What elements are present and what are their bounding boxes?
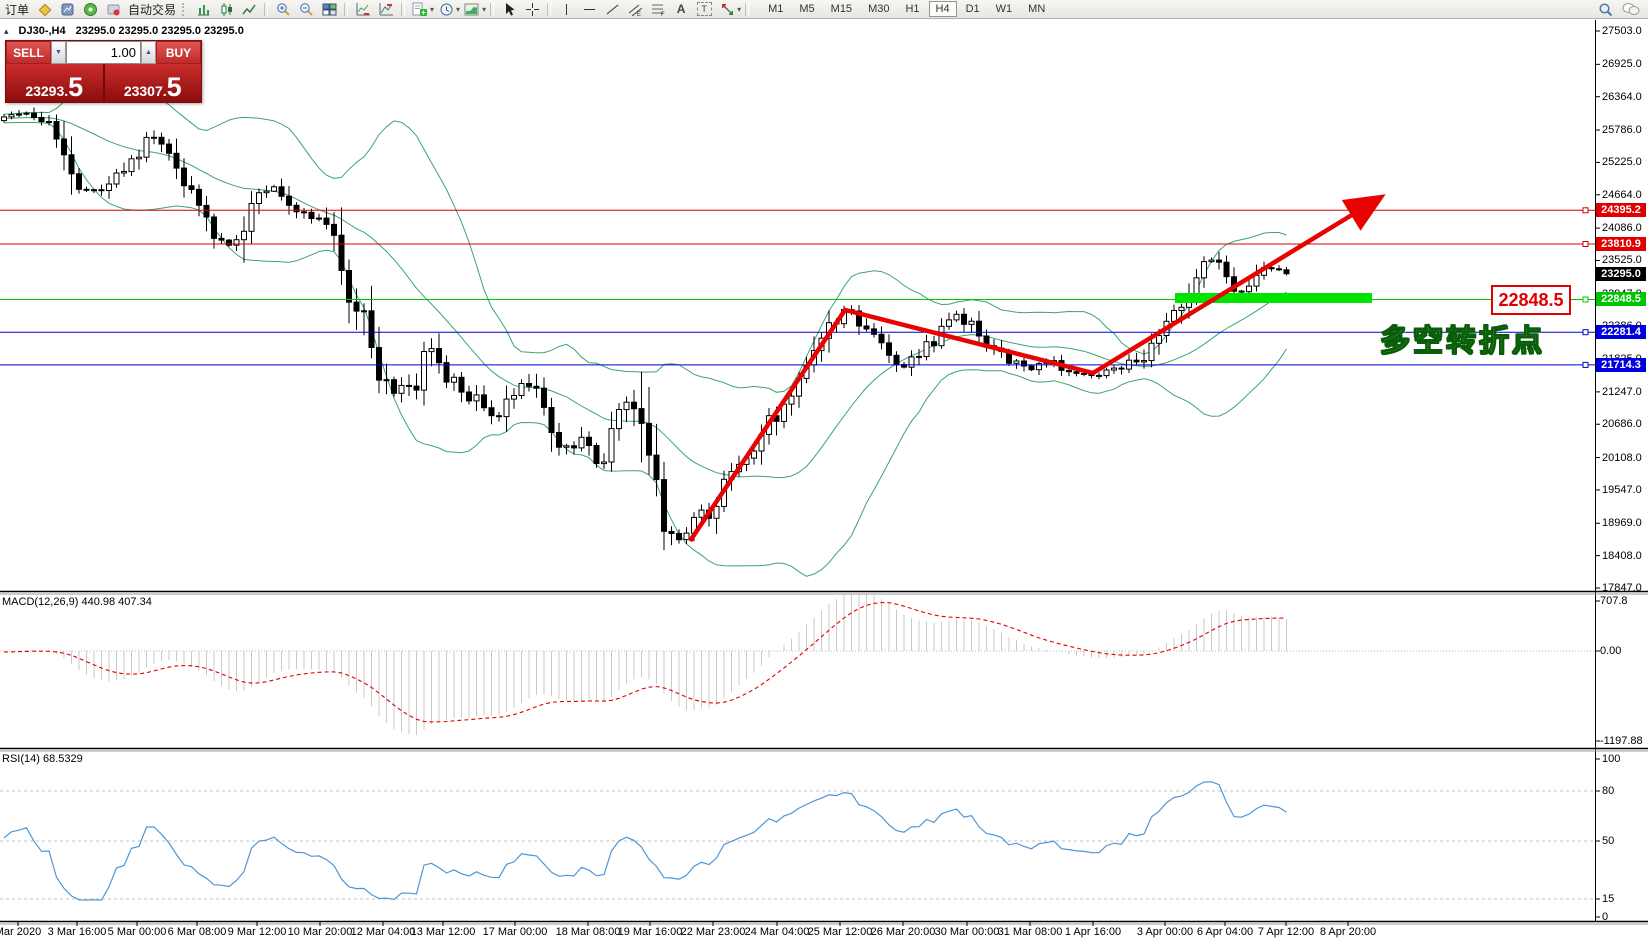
- mt4-chart-window: 订单 自动交易 ▾ ▾ ▾ E F A T ▾ M1M5M15M30H1H4D1: [0, 0, 1648, 939]
- volume-input[interactable]: [66, 41, 141, 64]
- main-pane: [0, 78, 1595, 576]
- sell-price[interactable]: 23293.5: [6, 64, 103, 102]
- turning-point-note[interactable]: 多空转折点: [1380, 316, 1545, 360]
- chart-icon: ▴: [4, 26, 9, 37]
- buy-price[interactable]: 23307.5: [103, 64, 202, 102]
- bollinger-band: [4, 118, 1287, 478]
- price-annotation-box[interactable]: 22848.5: [1491, 285, 1571, 315]
- chart-canvas[interactable]: [0, 0, 1648, 939]
- rsi-label: RSI(14) 68.5329: [2, 753, 83, 765]
- chart-title: ▴ DJ30-,H4 23295.0 23295.0 23295.0 23295…: [4, 25, 244, 37]
- macd-label: MACD(12,26,9) 440.98 407.34: [2, 596, 152, 608]
- green-zone-bar: [1175, 293, 1372, 303]
- macd-signal-line: [4, 603, 1287, 723]
- volume-increase-button[interactable]: ▲: [141, 41, 156, 64]
- bollinger-band: [4, 78, 1287, 392]
- sell-button[interactable]: SELL: [6, 41, 51, 64]
- one-click-trading-panel: SELL ▼ ▲ BUY 23293.5 23307.5: [5, 40, 202, 103]
- symbol-period-label: DJ30-,H4: [19, 25, 66, 37]
- buy-button[interactable]: BUY: [156, 41, 201, 64]
- line-handle: [1583, 297, 1588, 302]
- macd-pane: [4, 591, 1287, 735]
- ohlc-values: 23295.0 23295.0 23295.0 23295.0: [76, 25, 244, 37]
- candles-series: [2, 107, 1290, 550]
- line-handle: [1583, 362, 1588, 367]
- line-handle: [1583, 242, 1588, 247]
- volume-decrease-button[interactable]: ▼: [51, 41, 66, 64]
- line-handle: [1583, 208, 1588, 213]
- line-handle: [1583, 330, 1588, 335]
